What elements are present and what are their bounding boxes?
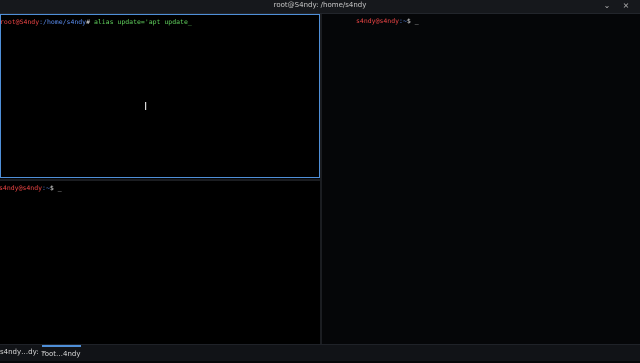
path-text: :~ bbox=[399, 17, 407, 25]
path-text: :/home/s4ndy bbox=[39, 18, 87, 26]
taskbar-item-shell[interactable]: s4ndy…dy: ~ bbox=[0, 348, 47, 361]
text-cursor: _ bbox=[53, 184, 62, 192]
path-text: :~ bbox=[42, 184, 50, 192]
user-prompt: s4ndy@s4ndy bbox=[356, 17, 400, 25]
window-titlebar: root@S4ndy: /home/s4ndy ⌄ × bbox=[0, 0, 640, 14]
root-prompt: root@S4ndy bbox=[0, 18, 40, 26]
window-title: root@S4ndy: /home/s4ndy bbox=[273, 1, 367, 9]
close-icon[interactable]: × bbox=[622, 2, 630, 10]
user-prompt: s4ndy@s4ndy bbox=[0, 184, 43, 192]
typed-command: alias update='apt update_ bbox=[90, 18, 192, 26]
command-line: root@S4ndy:/home/s4ndy# alias update='ap… bbox=[0, 18, 192, 27]
minimize-icon[interactable]: ⌄ bbox=[603, 2, 611, 10]
prompt-line: s4ndy@s4ndy:~$ _ bbox=[356, 17, 419, 26]
terminal-pane-bottom-left[interactable]: s4ndy@s4ndy:~$ _ bbox=[0, 181, 320, 344]
text-cursor-icon: I bbox=[144, 100, 148, 113]
terminal-pane-right[interactable]: s4ndy@s4ndy:~$ _ bbox=[322, 14, 640, 344]
terminal-pane-top-left[interactable]: root@S4ndy:/home/s4ndy# alias update='ap… bbox=[0, 14, 320, 178]
prompt-line: s4ndy@s4ndy:~$ _ bbox=[0, 184, 62, 193]
taskbar-item-root[interactable]: root…4ndy bbox=[42, 345, 81, 363]
text-cursor: _ bbox=[410, 17, 419, 25]
terminal-taskbar: s4ndy…dy: ~ root…4ndy bbox=[0, 344, 640, 361]
